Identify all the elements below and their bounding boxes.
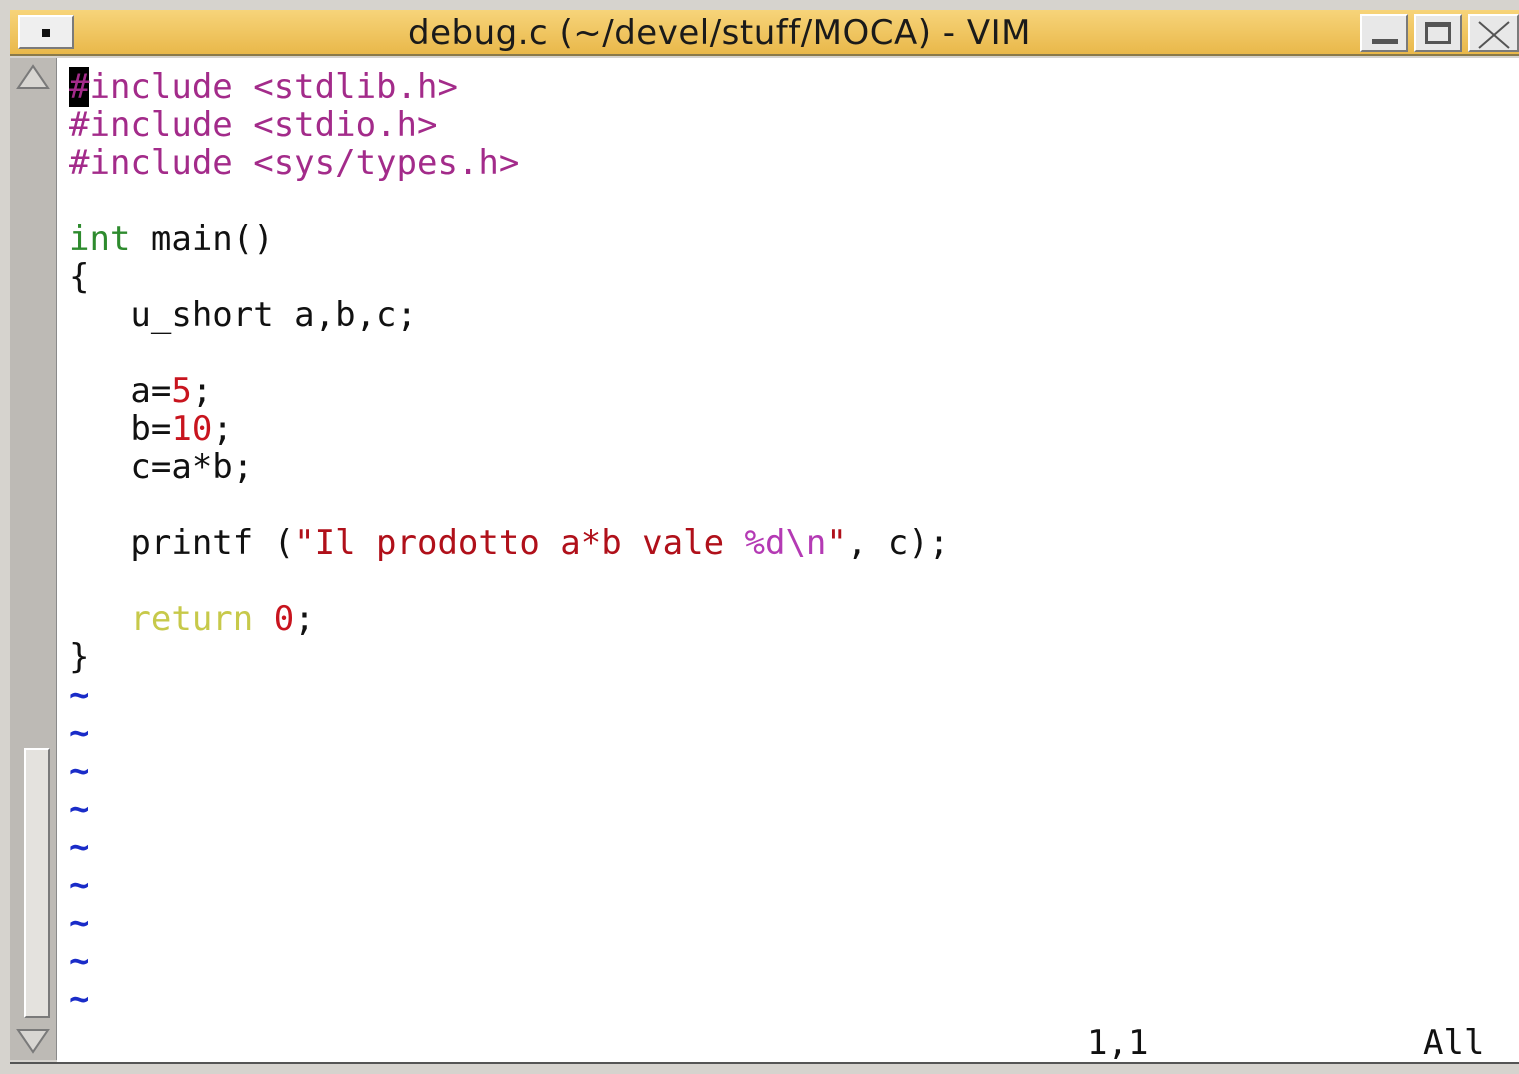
maximize-button[interactable]	[1414, 14, 1462, 52]
empty-line-marker: ~	[69, 827, 90, 867]
window-title: debug.c (~/devel/stuff/MOCA) - VIM	[407, 13, 1032, 53]
scroll-up-icon[interactable]	[16, 64, 50, 90]
empty-line-marker: ~	[69, 865, 90, 905]
close-icon	[1478, 21, 1510, 49]
minimize-icon	[1372, 39, 1398, 44]
code-token: main()	[130, 219, 274, 259]
cursor-position: 1,1	[1087, 1023, 1149, 1063]
code-line: #include <sys/types.h>	[69, 143, 520, 183]
code-line: #include <stdio.h>	[69, 105, 438, 145]
editor-area[interactable]: #include <stdlib.h> #include <stdio.h> #…	[57, 58, 1519, 1062]
code-line: c=a*b;	[69, 447, 254, 487]
code-token: int	[69, 219, 131, 259]
close-button[interactable]	[1468, 14, 1519, 52]
code-token: a=	[69, 371, 172, 411]
menu-icon	[42, 29, 50, 37]
code-token: %d\n	[744, 523, 827, 563]
code-token: printf (	[69, 523, 295, 563]
scrollbar-thumb[interactable]	[24, 748, 50, 1018]
code-line: b=10;	[69, 410, 949, 448]
code-line: u_short a,b,c;	[69, 295, 417, 335]
code-token: ;	[212, 409, 233, 449]
code-token: "	[826, 523, 847, 563]
code-line: printf ("Il prodotto a*b vale %d\n", c);	[69, 524, 949, 562]
code-token: 5	[171, 371, 192, 411]
code-token: 0	[273, 599, 295, 639]
text-cursor: #	[69, 67, 90, 107]
empty-line-marker: ~	[69, 789, 90, 829]
empty-line-marker: ~	[69, 713, 90, 753]
code-line: return 0;	[69, 600, 949, 638]
code-line: a=5;	[69, 372, 949, 410]
code-token: include <stdlib.h>	[89, 67, 458, 107]
code-line: #include <stdlib.h>	[69, 67, 949, 107]
empty-line-marker: ~	[69, 675, 90, 715]
empty-line-marker: ~	[69, 979, 90, 1019]
code-token: , c);	[846, 523, 950, 563]
empty-line-marker: ~	[69, 751, 90, 791]
code-token: 10	[171, 409, 213, 449]
code-line: int main()	[69, 220, 949, 258]
code-token: ;	[294, 599, 315, 639]
vertical-scrollbar[interactable]	[10, 58, 57, 1060]
code-token: "Il prodotto a*b vale	[294, 523, 745, 563]
empty-line-marker: ~	[69, 941, 90, 981]
code-line: }	[69, 637, 90, 677]
title-bar[interactable]: debug.c (~/devel/stuff/MOCA) - VIM	[10, 10, 1519, 56]
maximize-icon	[1425, 22, 1451, 44]
minimize-button[interactable]	[1360, 14, 1408, 52]
code-line: {	[69, 257, 90, 297]
code-token: return	[69, 599, 254, 639]
code-token: ;	[191, 371, 213, 411]
empty-line-marker: ~	[69, 903, 90, 943]
window-bottom-edge	[10, 1062, 1519, 1074]
scroll-position: All	[1423, 1023, 1485, 1063]
code-lines: #include <stdlib.h> #include <stdio.h> #…	[69, 67, 949, 1019]
code-token: b=	[69, 409, 172, 449]
scroll-down-icon[interactable]	[16, 1028, 50, 1054]
window-menu-button[interactable]	[18, 15, 74, 49]
